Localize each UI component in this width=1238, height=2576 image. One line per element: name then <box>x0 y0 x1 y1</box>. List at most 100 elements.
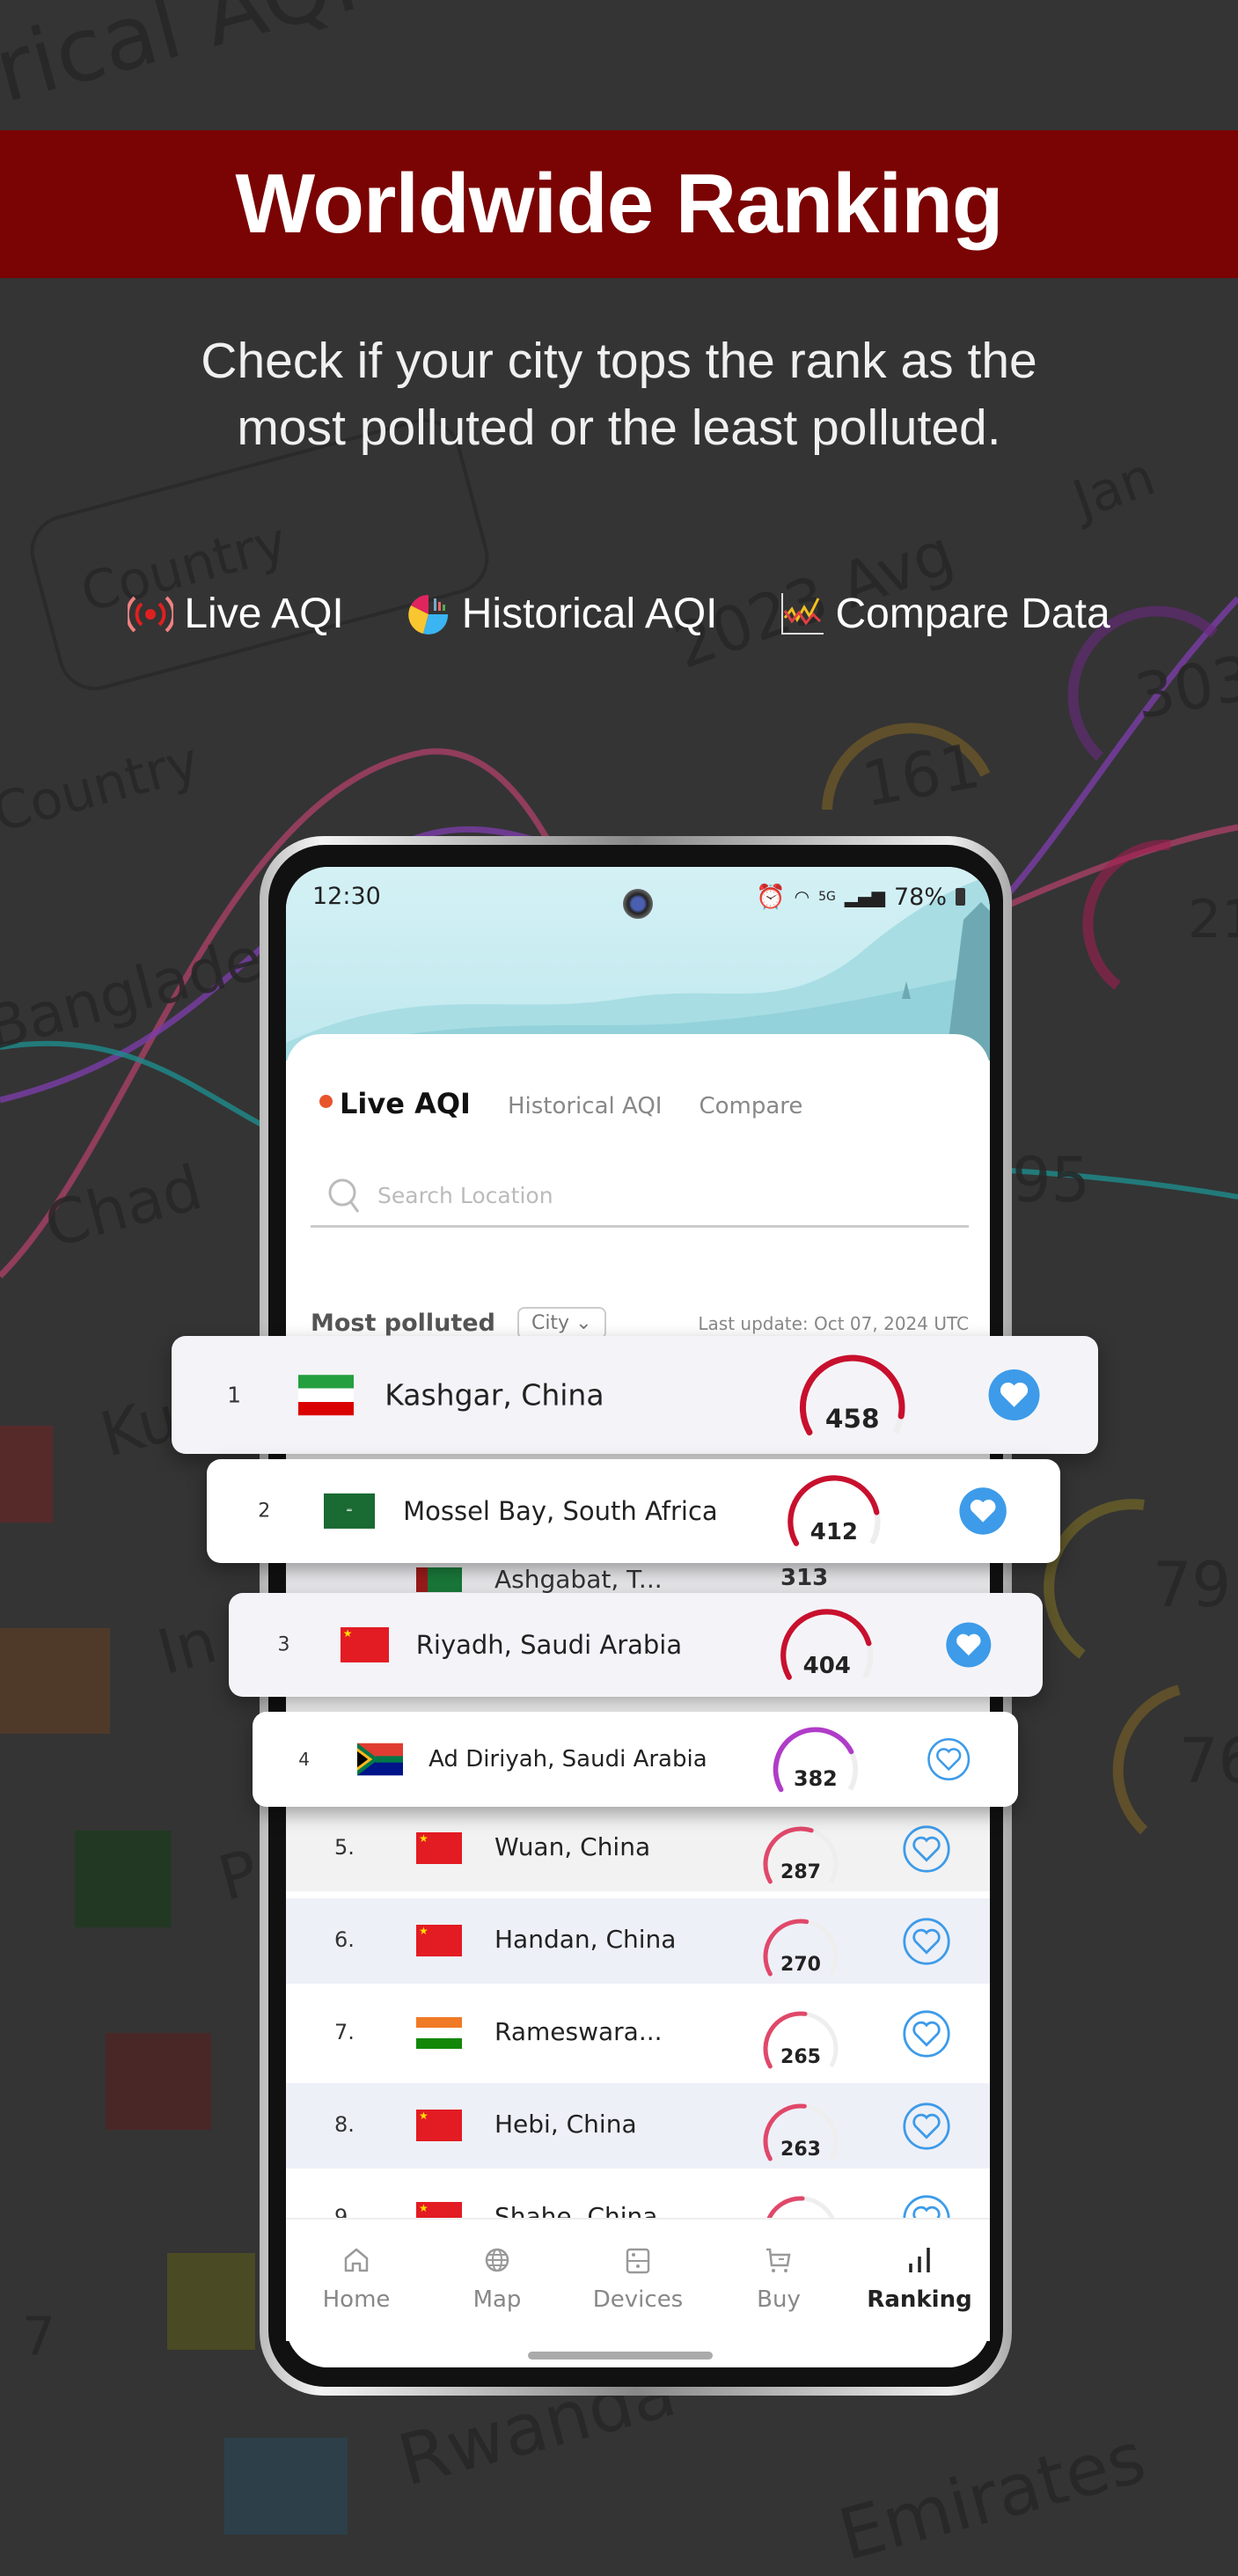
city-dropdown[interactable]: City ⌄ <box>516 1307 606 1339</box>
aqi-value: 382 <box>794 1765 838 1790</box>
search-placeholder: Search Location <box>377 1183 553 1208</box>
aqi-gauge: 458 <box>787 1346 917 1445</box>
favorite-heart-icon[interactable] <box>902 1824 951 1874</box>
status-time: 12:30 <box>312 883 381 910</box>
battery-icon <box>956 888 965 906</box>
favorite-heart-icon[interactable] <box>927 1737 971 1781</box>
aqi-gauge: 270 <box>757 1912 845 1983</box>
tab-live-aqi[interactable]: Live AQI <box>340 1087 471 1120</box>
last-update: Last update: Oct 07, 2024 UTC <box>698 1312 969 1334</box>
feature-historical-aqi: Historical AQI <box>406 590 718 638</box>
aqi-value: 458 <box>825 1404 880 1434</box>
flag-saudi-arabia-icon: ═ <box>323 1493 376 1530</box>
wifi-icon: ◠ <box>794 886 810 907</box>
title-banner: Worldwide Ranking <box>0 130 1238 278</box>
page-title: Worldwide Ranking <box>235 157 1004 251</box>
cart-icon <box>766 2248 791 2272</box>
home-icon <box>344 2248 369 2272</box>
aqi-gauge: 263 <box>757 2097 845 2168</box>
city-name: Ashgabat, T... <box>494 1565 663 1594</box>
filter-label: Most polluted <box>311 1310 495 1337</box>
city-name: Handan, China <box>494 1925 677 1954</box>
flag-china-icon: ★ <box>340 1626 390 1663</box>
favorite-heart-icon[interactable] <box>945 1621 993 1669</box>
nav-buy[interactable]: Buy <box>708 2220 849 2341</box>
favorite-heart-icon[interactable] <box>902 2009 951 2059</box>
feature-label: Compare Data <box>835 591 1110 637</box>
feature-list: Live AQI Historical AQI Compare Data <box>0 590 1238 638</box>
city-name: Rameswara... <box>494 2017 663 2046</box>
tab-historical-aqi[interactable]: Historical AQI <box>508 1093 663 1119</box>
alarm-icon: ⏰ <box>755 884 786 911</box>
aqi-gauge: 412 <box>774 1467 894 1554</box>
dropdown-value: City <box>531 1312 570 1334</box>
rank-number: 6. <box>334 1927 355 1952</box>
rank-number: 3 <box>277 1633 290 1656</box>
signal-icon: ▂▄▆ <box>844 886 885 907</box>
tab-compare[interactable]: Compare <box>699 1093 802 1119</box>
feature-label: Historical AQI <box>461 591 718 637</box>
favorite-heart-icon[interactable] <box>902 1917 951 1966</box>
feature-label: Live AQI <box>184 591 344 637</box>
battery-level: 78% <box>893 883 947 911</box>
network-type: 5G <box>818 890 836 904</box>
nav-label: Map <box>472 2286 522 2313</box>
chevron-down-icon: ⌄ <box>575 1312 592 1334</box>
list-row[interactable]: 6. ★ Handan, China 270 <box>286 1898 990 1984</box>
nav-devices[interactable]: Devices <box>568 2220 708 2341</box>
aqi-gauge: 265 <box>757 2005 845 2075</box>
list-row[interactable]: 8. ★ Hebi, China 263 <box>286 2083 990 2169</box>
nav-map[interactable]: Map <box>427 2220 568 2341</box>
aqi-value: 270 <box>780 1954 821 1976</box>
list-row[interactable]: 5. ★ Wuan, China 287 <box>286 1806 990 1891</box>
nav-label: Buy <box>757 2286 801 2313</box>
list-row-partial[interactable]: Ashgabat, T... 313 <box>286 1562 990 1597</box>
ranking-card[interactable]: 3 ★ Riyadh, Saudi Arabia 404 <box>229 1593 1043 1697</box>
live-broadcast-icon <box>128 596 174 632</box>
city-name: Ad Diriyah, Saudi Arabia <box>429 1746 707 1772</box>
subtitle-line: most polluted or the least polluted. <box>237 400 1001 456</box>
list-row[interactable]: 7. Rameswara... 265 <box>286 1991 990 2076</box>
pie-chart-icon <box>408 594 448 635</box>
nav-label: Devices <box>592 2286 684 2313</box>
bg-text: 79 <box>1153 1549 1232 1621</box>
tab-bar: Live AQI Historical AQI Compare <box>319 1087 839 1120</box>
status-icons: ⏰ ◠ 5G ▂▄▆ 78% <box>756 883 965 911</box>
favorite-heart-icon[interactable] <box>902 2102 951 2151</box>
rank-number: 2 <box>258 1500 271 1523</box>
favorite-heart-icon[interactable] <box>958 1486 1007 1536</box>
rank-number: 7. <box>334 2020 355 2044</box>
aqi-value: 265 <box>780 2046 821 2068</box>
city-name: Kashgar, China <box>385 1377 604 1413</box>
flag-china-icon: ★ <box>416 1925 462 1956</box>
aqi-gauge: 382 <box>762 1720 869 1800</box>
bar-chart-icon <box>909 2248 930 2272</box>
feature-live-aqi: Live AQI <box>128 590 344 638</box>
favorite-heart-icon[interactable] <box>987 1368 1041 1421</box>
flag-icon <box>416 1567 462 1592</box>
feature-compare-data: Compare Data <box>780 590 1110 638</box>
ranking-card[interactable]: 1 Kashgar, China 458 <box>172 1336 1098 1454</box>
device-icon <box>626 2248 650 2274</box>
aqi-value: 313 <box>780 1565 829 1591</box>
rank-number: 1 <box>227 1382 242 1408</box>
flag-india-icon <box>416 2017 462 2049</box>
nav-label: Home <box>322 2286 391 2313</box>
bg-text: 21 <box>1188 889 1238 950</box>
search-input[interactable]: Search Location <box>311 1166 969 1228</box>
flag-china-icon: ★ <box>416 2110 462 2141</box>
home-indicator[interactable] <box>528 2352 713 2359</box>
active-dot-icon <box>319 1095 333 1108</box>
nav-ranking[interactable]: Ranking <box>849 2220 990 2341</box>
ranking-card[interactable]: 2 ═ Mossel Bay, South Africa 412 <box>207 1459 1060 1563</box>
aqi-gauge: 404 <box>770 1601 884 1688</box>
nav-label: Ranking <box>867 2286 972 2313</box>
bg-text: 7 <box>22 2306 56 2367</box>
city-name: Wuan, China <box>494 1832 651 1861</box>
aqi-value: 263 <box>780 2139 821 2161</box>
flag-south-africa-icon <box>357 1743 404 1776</box>
rank-number: 5. <box>334 1835 355 1860</box>
ranking-card[interactable]: 4 Ad Diriyah, Saudi Arabia 382 <box>253 1712 1018 1807</box>
nav-home[interactable]: Home <box>286 2220 427 2341</box>
city-name: Riyadh, Saudi Arabia <box>415 1630 683 1660</box>
